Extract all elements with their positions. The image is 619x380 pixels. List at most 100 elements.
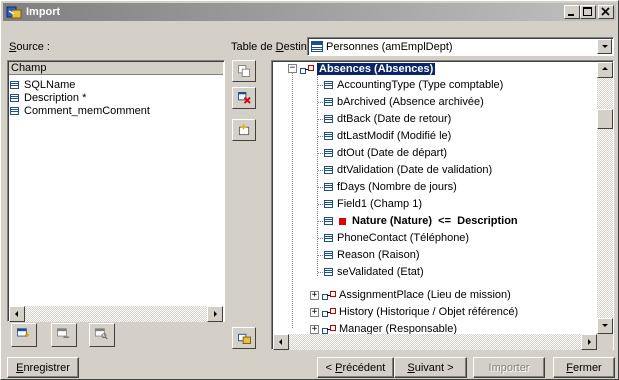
- tree-node-label: AccountingType (Type comptable): [337, 79, 504, 91]
- tree-node-label: dtLastModif (Modifié le): [337, 130, 452, 142]
- tree-node[interactable]: Field1 (Champ 1): [324, 197, 422, 211]
- tree-node[interactable]: PhoneContact (Téléphone): [324, 231, 469, 245]
- tree-node-label: seValidated (Etat): [337, 266, 424, 278]
- tree-node[interactable]: seValidated (Etat): [324, 265, 424, 279]
- save-accel: E: [16, 361, 24, 374]
- tree-node[interactable]: dtValidation (Date de validation): [324, 163, 492, 177]
- edit-field-button[interactable]: [89, 323, 115, 347]
- tree-node-label: Nature (Nature) <= Description: [352, 215, 518, 227]
- tree-node-label: Reason (Raison): [337, 249, 420, 261]
- tree-node[interactable]: dtLastModif (Modifié le): [324, 129, 451, 143]
- remove-field-button[interactable]: [51, 323, 77, 347]
- destination-tree[interactable]: − Absences (Absences) AccountingType (Ty…: [271, 60, 614, 350]
- chevron-down-icon: [602, 45, 608, 48]
- title-bar[interactable]: Import: [3, 3, 616, 21]
- scroll-left-button[interactable]: [9, 306, 25, 322]
- scroll-left-button[interactable]: [273, 334, 289, 350]
- previous-label: récédent: [342, 361, 386, 374]
- mapped-marker-icon: [339, 217, 346, 225]
- field-icon: [324, 217, 333, 225]
- maximize-icon: [583, 7, 592, 16]
- tree-node[interactable]: AccountingType (Type comptable): [324, 78, 503, 92]
- save-button[interactable]: Enregistrer: [7, 357, 79, 378]
- tree-horizontal-scrollbar[interactable]: [289, 334, 581, 350]
- previous-button[interactable]: < Précédent: [317, 357, 394, 378]
- maximize-button[interactable]: [580, 5, 596, 19]
- add-field-button[interactable]: [11, 323, 37, 347]
- next-button[interactable]: Suivant >: [394, 357, 467, 378]
- collapse-toggle[interactable]: −: [288, 64, 297, 73]
- arrow-right-icon: [214, 311, 217, 317]
- tree-node-label: Field1 (Champ 1): [337, 198, 422, 210]
- next-label: uivant >: [414, 361, 454, 374]
- close-label: ermer: [573, 361, 602, 374]
- tree-node[interactable]: fDays (Nombre de jours): [324, 180, 457, 194]
- tree-node-label: dtBack (Date de retour): [337, 113, 452, 125]
- table-icon: [311, 41, 323, 52]
- tree-node-label: Absences (Absences): [317, 63, 436, 75]
- scroll-corner: [597, 334, 613, 350]
- scroll-right-button[interactable]: [581, 334, 597, 350]
- source-horizontal-scrollbar[interactable]: [25, 306, 207, 322]
- field-label: Description *: [24, 92, 87, 104]
- tree-node-label: dtValidation (Date de validation): [337, 164, 493, 176]
- source-field-list[interactable]: Champ SQLName Description * Comment_memC…: [7, 60, 225, 322]
- scroll-up-button[interactable]: [597, 62, 613, 78]
- list-item[interactable]: SQLName: [10, 79, 75, 91]
- unmap-field-icon: [238, 92, 251, 104]
- source-label: Source :: [9, 41, 50, 53]
- import-window: Import Source : Table de Destination : P…: [0, 0, 619, 380]
- source-label-rest: ource :: [16, 41, 50, 53]
- tree-node-mapped[interactable]: Nature (Nature) <= Description: [324, 214, 518, 228]
- tree-root-node[interactable]: Absences (Absences): [300, 62, 436, 76]
- field-icon: [324, 149, 333, 157]
- tree-node[interactable]: bArchived (Absence archivée): [324, 95, 484, 109]
- expand-toggle[interactable]: +: [310, 291, 319, 300]
- link-icon: [322, 290, 336, 300]
- import-app-icon: [6, 5, 22, 19]
- tree-node[interactable]: Reason (Raison): [324, 248, 420, 262]
- tree-node[interactable]: dtBack (Date de retour): [324, 112, 451, 126]
- tree-link-node[interactable]: AssignmentPlace (Lieu de mission): [322, 288, 511, 302]
- vertical-scroll-thumb[interactable]: [597, 109, 613, 129]
- new-field-button[interactable]: [232, 119, 256, 141]
- tree-options-icon: [238, 333, 251, 344]
- field-icon: [10, 94, 19, 102]
- arrow-left-icon: [15, 311, 18, 317]
- expand-toggle[interactable]: +: [310, 308, 319, 317]
- field-label: Comment_memComment: [24, 105, 150, 117]
- minimize-button[interactable]: [564, 5, 580, 19]
- tree-node[interactable]: dtOut (Date de départ): [324, 146, 447, 160]
- import-button[interactable]: Importer: [473, 357, 545, 378]
- destination-dropdown-button[interactable]: [597, 39, 612, 54]
- field-icon: [324, 98, 333, 106]
- previous-accel: P: [335, 361, 343, 374]
- link-icon: [322, 307, 336, 317]
- map-field-icon: [238, 65, 251, 77]
- field-icon: [324, 200, 333, 208]
- field-label: SQLName: [24, 79, 76, 91]
- remove-field-icon: [57, 328, 70, 339]
- tree-options-button[interactable]: [232, 327, 256, 349]
- close-window-button[interactable]: [598, 5, 614, 19]
- source-column-header[interactable]: Champ: [9, 62, 223, 75]
- tree-link-node[interactable]: History (Historique / Objet référencé): [322, 305, 518, 319]
- list-item[interactable]: Comment_memComment: [10, 105, 150, 117]
- list-item[interactable]: Description *: [10, 92, 86, 104]
- field-icon: [324, 183, 333, 191]
- next-accel: S: [407, 361, 415, 374]
- expand-toggle[interactable]: +: [310, 325, 319, 334]
- field-icon: [10, 81, 19, 89]
- tree-node-label: AssignmentPlace (Lieu de mission): [339, 289, 511, 301]
- field-icon: [324, 132, 333, 140]
- tree-connector: [317, 75, 318, 277]
- close-icon: [601, 7, 610, 16]
- scroll-right-button[interactable]: [207, 306, 223, 322]
- unmap-field-button[interactable]: [232, 87, 256, 109]
- map-field-button[interactable]: [232, 60, 256, 82]
- field-icon: [324, 166, 333, 174]
- close-button[interactable]: Fermer: [553, 357, 615, 378]
- destination-table-select[interactable]: Personnes (amEmplDept): [307, 37, 614, 56]
- window-title: Import: [26, 6, 61, 18]
- scroll-down-button[interactable]: [597, 318, 613, 334]
